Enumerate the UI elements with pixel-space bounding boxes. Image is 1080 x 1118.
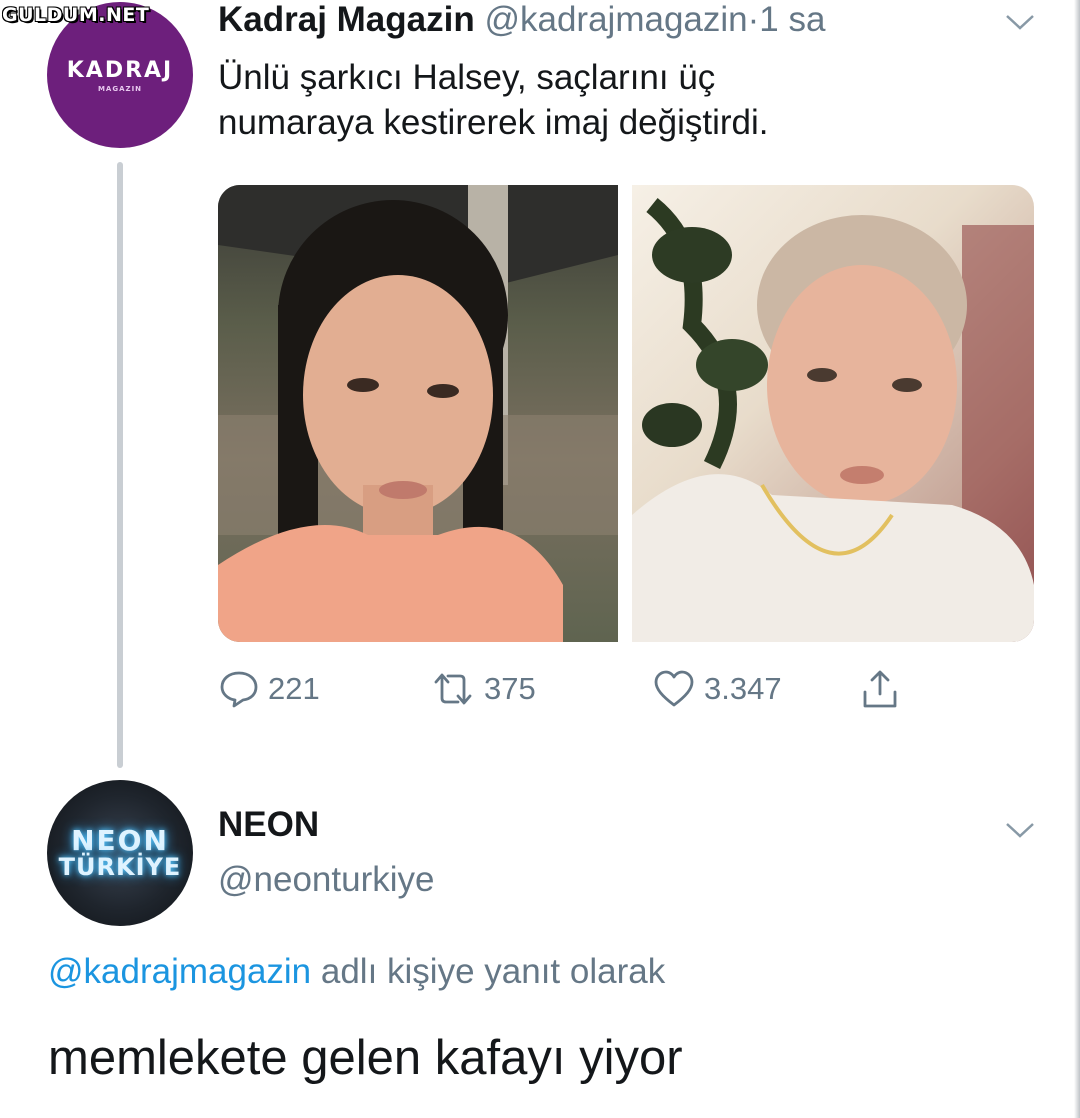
- replying-to: @kadrajmagazin adlı kişiye yanıt olarak: [48, 952, 665, 992]
- reply-text: memlekete gelen kafayı yiyor: [48, 1031, 683, 1085]
- retweet-action[interactable]: 375: [430, 668, 536, 710]
- replying-to-mention[interactable]: @kadrajmagazin: [48, 952, 311, 991]
- photo-after-illustration: [632, 197, 1034, 642]
- photo-after[interactable]: [632, 185, 1034, 642]
- screen-edge: [1074, 0, 1080, 1118]
- reply-action[interactable]: 221: [218, 668, 320, 710]
- like-count: 3.347: [704, 671, 782, 706]
- retweet-count: 375: [484, 671, 536, 706]
- comment-icon[interactable]: [218, 668, 260, 710]
- reply-author-handle[interactable]: @neonturkiye: [218, 860, 434, 900]
- photo-before-illustration: [218, 185, 618, 642]
- chevron-down-icon[interactable]: [1003, 10, 1037, 34]
- avatar-logo-subtext: TÜRKİYE: [58, 853, 182, 881]
- separator: ·: [747, 0, 760, 39]
- photo-divider: [618, 185, 632, 642]
- thread-line: [117, 162, 123, 768]
- avatar-logo-text: KADRAJ: [66, 57, 174, 83]
- tweet-media[interactable]: [218, 185, 1034, 642]
- avatar-logo-text: NEON: [71, 824, 169, 857]
- share-icon[interactable]: [860, 668, 900, 710]
- avatar-logo-subtext: MAGAZIN: [97, 84, 143, 93]
- tweet-header: Kadraj Magazin @kadrajmagazin·1 sa: [218, 0, 825, 40]
- heart-icon[interactable]: [652, 668, 696, 710]
- watermark: GULDUM.NET: [2, 4, 150, 26]
- like-action[interactable]: 3.347: [652, 668, 782, 710]
- replying-to-suffix: adlı kişiye yanıt olarak: [311, 952, 666, 991]
- neon-avatar[interactable]: NEON TÜRKİYE: [47, 780, 193, 926]
- reply-count: 221: [268, 671, 320, 706]
- share-action[interactable]: [860, 668, 900, 710]
- author-name[interactable]: Kadraj Magazin: [218, 0, 475, 39]
- tweet-text-line: Ünlü şarkıcı Halsey, saçlarını üç: [218, 58, 716, 97]
- tweet-time[interactable]: 1 sa: [759, 0, 825, 39]
- tweet-text-line: numaraya kestirerek imaj değiştirdi.: [218, 103, 769, 142]
- chevron-down-icon[interactable]: [1003, 818, 1037, 842]
- reply-author-name[interactable]: NEON: [218, 805, 319, 845]
- tweet-text: Ünlü şarkıcı Halsey, saçlarını üç numara…: [218, 55, 1018, 145]
- photo-before[interactable]: [218, 185, 618, 642]
- retweet-icon[interactable]: [430, 668, 476, 710]
- author-handle[interactable]: @kadrajmagazin: [484, 0, 747, 39]
